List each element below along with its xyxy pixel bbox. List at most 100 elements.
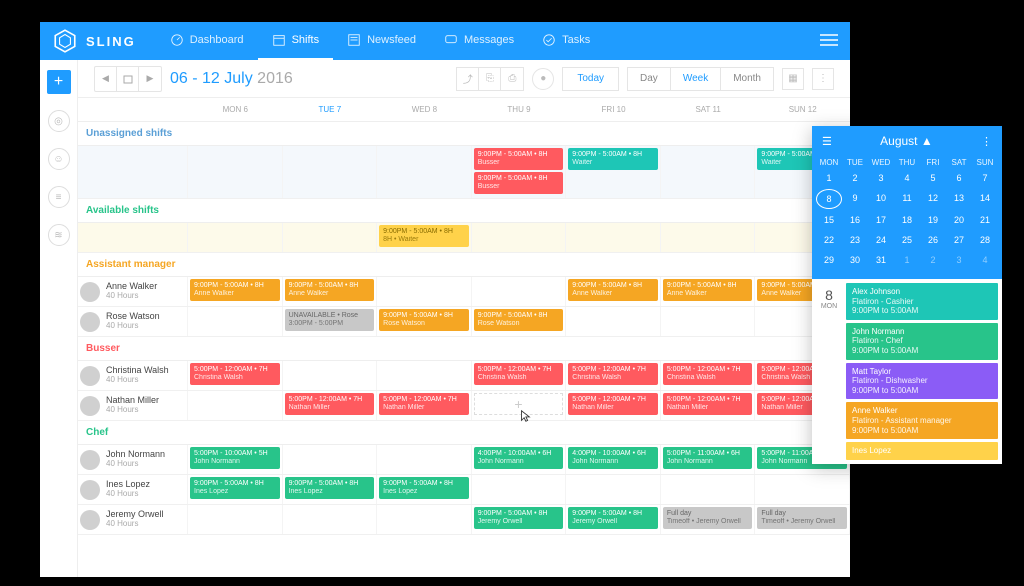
shift-chip[interactable]: 4:00PM - 10:00AM • 6HJohn Normann bbox=[568, 447, 658, 469]
nav-dashboard[interactable]: Dashboard bbox=[156, 22, 258, 60]
calendar-month[interactable]: August ▲ bbox=[880, 134, 933, 148]
today-button[interactable]: Today bbox=[562, 67, 619, 91]
calendar-event[interactable]: Ines Lopez bbox=[846, 442, 998, 460]
calendar-cell[interactable]: 16 bbox=[842, 211, 868, 229]
calendar-cell[interactable]: 4 bbox=[894, 169, 920, 187]
calendar-cell[interactable]: 1 bbox=[816, 169, 842, 187]
grid-icon[interactable]: ▦ bbox=[782, 68, 804, 90]
day-sat[interactable]: SAT 11 bbox=[661, 98, 756, 121]
timeoff-chip[interactable]: Full dayTimeoff • Jeremy Orwell bbox=[663, 507, 753, 529]
calendar-cell[interactable]: 25 bbox=[894, 231, 920, 249]
calendar-cell[interactable]: 8 bbox=[816, 189, 842, 209]
calendar-cell[interactable]: 12 bbox=[920, 189, 946, 209]
view-day[interactable]: Day bbox=[628, 68, 671, 90]
section-asst-mgr[interactable]: Assistant manager bbox=[78, 253, 850, 277]
shift-chip[interactable]: 9:00PM - 5:00AM • 8HInes Lopez bbox=[285, 477, 375, 499]
day-thu[interactable]: THU 9 bbox=[472, 98, 567, 121]
calendar-cell[interactable]: 3 bbox=[868, 169, 894, 187]
shift-chip[interactable]: 5:00PM - 12:00AM • 7HNathan Miller bbox=[663, 393, 753, 415]
unavailable-chip[interactable]: UNAVAILABLE • Rose3:00PM - 5:00PM bbox=[285, 309, 375, 331]
shift-chip[interactable]: 5:00PM - 10:00AM • 5HJohn Normann bbox=[190, 447, 280, 469]
shift-chip[interactable]: 9:00PM - 5:00AM • 8HAnne Walker bbox=[190, 279, 280, 301]
side-icon-list[interactable]: ≡ bbox=[48, 186, 70, 208]
calendar-cell[interactable]: 26 bbox=[920, 231, 946, 249]
print-icon[interactable]: ⎙ bbox=[501, 68, 523, 90]
person-cell[interactable]: Jeremy Orwell40 Hours bbox=[78, 505, 188, 534]
person-cell[interactable]: Anne Walker40 Hours bbox=[78, 277, 188, 306]
day-fri[interactable]: FRI 10 bbox=[566, 98, 661, 121]
calendar-event[interactable]: Matt TaylorFlatiron - Dishwasher9:00PM t… bbox=[846, 363, 998, 400]
calendar-cell[interactable]: 1 bbox=[894, 251, 920, 269]
calendar-cell[interactable]: 5 bbox=[920, 169, 946, 187]
day-wed[interactable]: WED 8 bbox=[377, 98, 472, 121]
day-sun[interactable]: SUN 12 bbox=[755, 98, 850, 121]
calendar-cell[interactable]: 27 bbox=[946, 231, 972, 249]
calendar-cell[interactable]: 29 bbox=[816, 251, 842, 269]
shift-chip[interactable]: 9:00PM - 5:00AM • 8HAnne Walker bbox=[663, 279, 753, 301]
day-mon[interactable]: MON 6 bbox=[188, 98, 283, 121]
calendar-cell[interactable]: 20 bbox=[946, 211, 972, 229]
shift-chip[interactable]: 5:00PM - 12:00AM • 7HChristina Walsh bbox=[474, 363, 564, 385]
calendar-cell[interactable]: 14 bbox=[972, 189, 998, 209]
shift-chip[interactable]: 9:00PM - 5:00AM • 8HJeremy Orwell bbox=[568, 507, 658, 529]
day-tue[interactable]: TUE 7 bbox=[283, 98, 378, 121]
calendar-cell[interactable]: 22 bbox=[816, 231, 842, 249]
person-cell[interactable]: Nathan Miller40 Hours bbox=[78, 391, 188, 420]
shift-chip[interactable]: 9:00PM - 5:00AM • 8HAnne Walker bbox=[568, 279, 658, 301]
shift-chip[interactable]: 9:00PM - 5:00AM • 8HBusser bbox=[474, 148, 564, 170]
add-button[interactable]: + bbox=[47, 70, 71, 94]
calendar-cell[interactable]: 4 bbox=[972, 251, 998, 269]
calendar-cell[interactable]: 2 bbox=[842, 169, 868, 187]
calendar-cell[interactable]: 28 bbox=[972, 231, 998, 249]
shift-chip[interactable]: 4:00PM - 10:00AM • 6HJohn Normann bbox=[474, 447, 564, 469]
filter-icon[interactable]: ☰ bbox=[822, 135, 832, 148]
side-icon-location[interactable]: ◎ bbox=[48, 110, 70, 132]
shift-chip[interactable]: 5:00PM - 12:00AM • 7HNathan Miller bbox=[379, 393, 469, 415]
calendar-cell[interactable]: 18 bbox=[894, 211, 920, 229]
nav-shifts[interactable]: Shifts bbox=[258, 22, 334, 60]
calendar-cell[interactable]: 10 bbox=[868, 189, 894, 209]
side-icon-people[interactable]: ☺ bbox=[48, 148, 70, 170]
shift-chip[interactable]: 9:00PM - 5:00AM • 8HRose Watson bbox=[474, 309, 564, 331]
section-available[interactable]: Available shifts bbox=[78, 199, 850, 223]
nav-tasks[interactable]: Tasks bbox=[528, 22, 604, 60]
calendar-cell[interactable]: 2 bbox=[920, 251, 946, 269]
shift-chip[interactable]: 5:00PM - 11:00AM • 6HJohn Normann bbox=[663, 447, 753, 469]
person-cell[interactable]: Christina Walsh40 Hours bbox=[78, 361, 188, 390]
calendar-cell[interactable]: 11 bbox=[894, 189, 920, 209]
side-icon-filter[interactable]: ≋ bbox=[48, 224, 70, 246]
menu-button[interactable] bbox=[820, 33, 838, 50]
shift-chip[interactable]: 5:00PM - 12:00AM • 7HChristina Walsh bbox=[190, 363, 280, 385]
view-month[interactable]: Month bbox=[721, 68, 773, 90]
calendar-event[interactable]: Anne WalkerFlatiron - Assistant manager9… bbox=[846, 402, 998, 439]
export-icon[interactable]: ⤴ bbox=[457, 68, 479, 90]
nav-newsfeed[interactable]: Newsfeed bbox=[333, 22, 430, 60]
section-unassigned[interactable]: Unassigned shifts bbox=[78, 122, 850, 146]
calendar-event[interactable]: John NormannFlatiron - Chef9:00PM to 5:0… bbox=[846, 323, 998, 360]
shift-chip[interactable]: 9:00PM - 5:00AM • 8HJeremy Orwell bbox=[474, 507, 564, 529]
calendar-cell[interactable]: 24 bbox=[868, 231, 894, 249]
prev-button[interactable]: ◀ bbox=[95, 67, 117, 91]
shift-chip[interactable]: 9:00PM - 5:00AM • 8HWaiter bbox=[568, 148, 658, 170]
calendar-cell[interactable]: 19 bbox=[920, 211, 946, 229]
shift-chip[interactable]: 9:00PM - 5:00AM • 8HInes Lopez bbox=[190, 477, 280, 499]
shift-chip[interactable]: 5:00PM - 12:00AM • 7HChristina Walsh bbox=[663, 363, 753, 385]
calendar-event[interactable]: Alex JohnsonFlatiron - Cashier9:00PM to … bbox=[846, 283, 998, 320]
calendar-cell[interactable]: 23 bbox=[842, 231, 868, 249]
calendar-cell[interactable]: 17 bbox=[868, 211, 894, 229]
nav-messages[interactable]: Messages bbox=[430, 22, 528, 60]
calendar-cell[interactable]: 21 bbox=[972, 211, 998, 229]
person-cell[interactable]: Rose Watson40 Hours bbox=[78, 307, 188, 336]
section-chef[interactable]: Chef bbox=[78, 421, 850, 445]
copy-icon[interactable]: ⎘ bbox=[479, 68, 501, 90]
calendar-cell[interactable]: 9 bbox=[842, 189, 868, 209]
shift-chip[interactable]: 5:00PM - 12:00AM • 7HChristina Walsh bbox=[568, 363, 658, 385]
view-week[interactable]: Week bbox=[671, 68, 721, 90]
calendar-cell[interactable]: 31 bbox=[868, 251, 894, 269]
shift-chip[interactable]: 5:00PM - 12:00AM • 7HNathan Miller bbox=[568, 393, 658, 415]
timeoff-chip[interactable]: Full dayTimeoff • Jeremy Orwell bbox=[757, 507, 847, 529]
shift-chip[interactable]: 9:00PM - 5:00AM • 8HInes Lopez bbox=[379, 477, 469, 499]
person-cell[interactable]: John Normann40 Hours bbox=[78, 445, 188, 474]
shift-chip[interactable]: 5:00PM - 12:00AM • 7HNathan Miller bbox=[285, 393, 375, 415]
person-cell[interactable]: Ines Lopez40 Hours bbox=[78, 475, 188, 504]
